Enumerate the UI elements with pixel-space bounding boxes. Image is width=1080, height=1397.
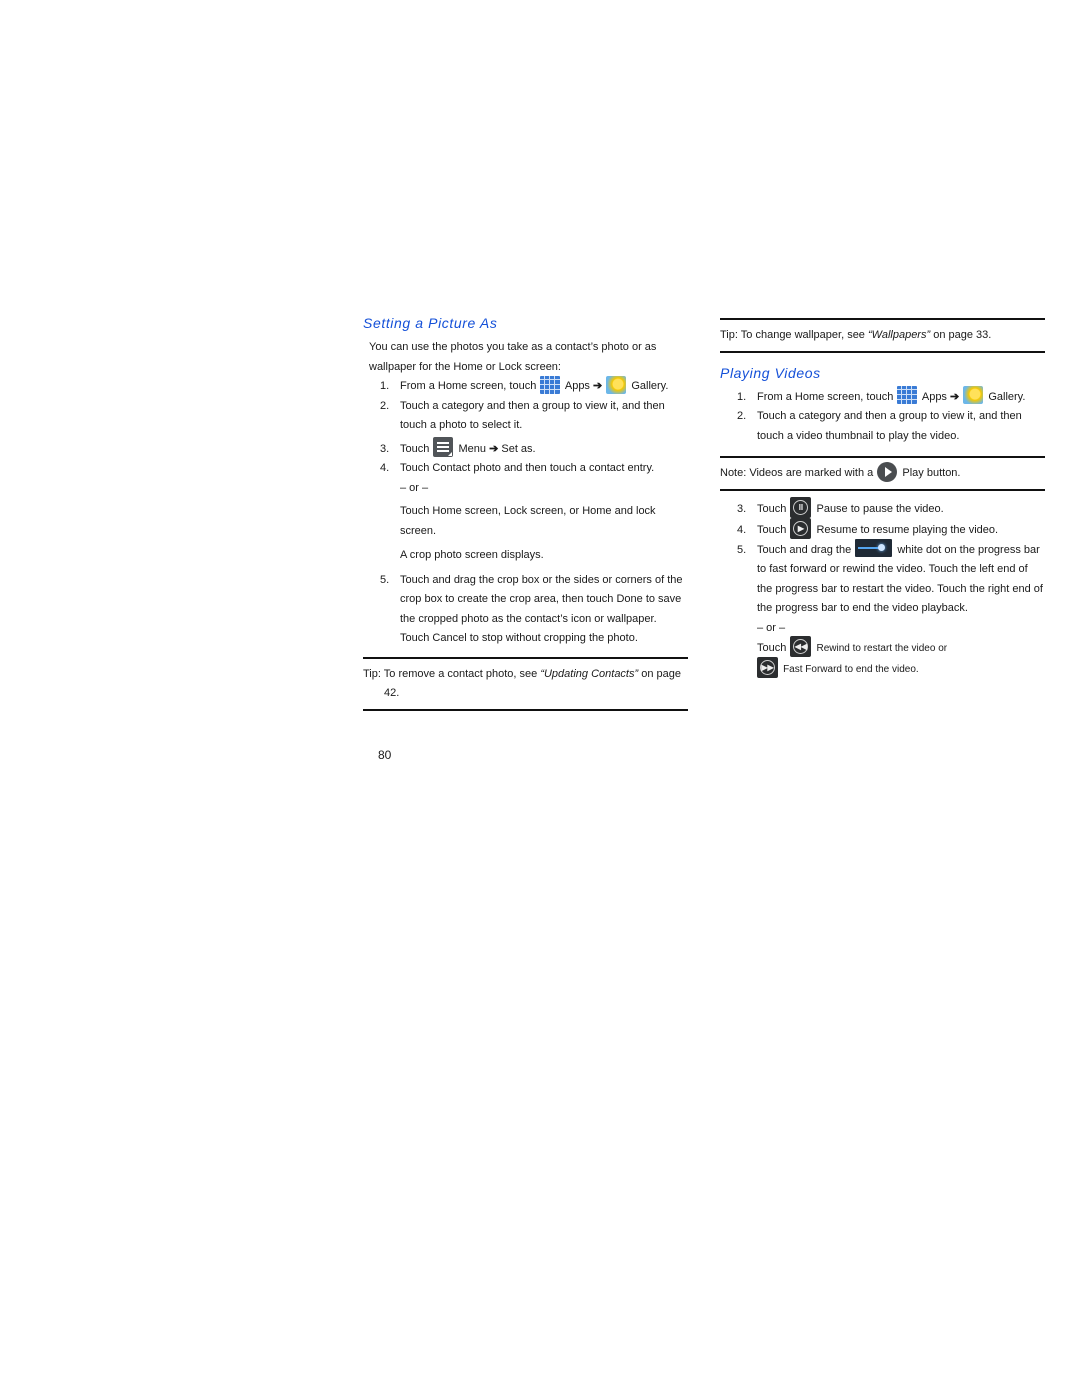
resume-label: Resume to resume playing the video. — [816, 523, 999, 536]
steps-list: 1. From a Home screen, touch Apps ➔ Gall… — [363, 375, 688, 649]
step-4: 4. Touch ▶ Resume to resume playing the … — [720, 517, 1045, 541]
step-3: 3. Touch II Pause to pause the video. — [720, 496, 1045, 520]
rewind-label: Rewind to restart the video or — [816, 643, 948, 654]
step-number: 4. — [737, 523, 747, 536]
step-text: Touch Contact photo and then touch a con… — [400, 462, 655, 474]
apps-label: Apps — [564, 380, 590, 392]
progress-bar-icon — [855, 539, 893, 558]
apps-label: Apps — [921, 390, 947, 403]
tip-text: Tip: To change wallpaper, see “Wallpaper… — [720, 326, 1045, 346]
or-separator: – or – — [757, 621, 786, 634]
step-number: 5. — [380, 573, 390, 586]
step-text: From a Home screen, touch — [757, 390, 894, 403]
step-number: 3. — [380, 442, 390, 455]
step-alt-text: Touch Home screen, Lock screen, or Home … — [400, 505, 656, 537]
play-button-icon — [877, 461, 898, 482]
step-result-text: A crop photo screen displays. — [400, 549, 544, 561]
tip-link-wallpapers[interactable]: “Wallpapers” — [868, 329, 930, 341]
tip-box: Tip: To change wallpaper, see “Wallpaper… — [720, 318, 1045, 353]
steps-list: 1. From a Home screen, touch Apps ➔ Gall… — [720, 386, 1045, 447]
step-1: 1. From a Home screen, touch Apps ➔ Gall… — [363, 375, 688, 397]
step-5: 5. Touch and drag the crop box or the si… — [363, 571, 688, 649]
step-text: Touch — [400, 442, 430, 455]
tip-prefix: Tip: To remove a contact photo, see — [363, 667, 541, 680]
step-text: From a Home screen, touch — [400, 380, 537, 392]
step-number: 2. — [380, 399, 390, 412]
right-column: Tip: To change wallpaper, see “Wallpaper… — [720, 318, 1045, 680]
menu-label: Menu — [458, 442, 487, 455]
section-heading-playing-videos: Playing Videos — [720, 364, 821, 381]
note-suffix: Play button. — [902, 467, 961, 479]
menu-icon — [433, 437, 454, 458]
fast-forward-line: ▶▶ Fast Forward to end the video. — [757, 657, 1045, 680]
steps-list-continued: 3. Touch II Pause to pause the video. 4.… — [720, 496, 1045, 681]
tip-text: Tip: To remove a contact photo, see “Upd… — [363, 665, 688, 704]
fast-forward-label: Fast Forward to end the video. — [783, 664, 919, 675]
step-2: 2. Touch a category and then a group to … — [720, 407, 1045, 446]
left-column: Setting a Picture As You can use the pho… — [363, 312, 688, 711]
step-2: 2. Touch a category and then a group to … — [363, 397, 688, 436]
tip-link-updating-contacts[interactable]: “Updating Contacts” — [540, 668, 638, 680]
section-heading-setting-picture: Setting a Picture As — [363, 315, 498, 331]
step-text: Touch — [757, 502, 787, 515]
gallery-label: Gallery. — [988, 390, 1026, 403]
step-text: Touch and drag the crop box or the sides… — [400, 573, 683, 645]
rewind-line: Touch ◀◀ Rewind to restart the video or — [757, 636, 1045, 659]
gallery-icon — [606, 375, 627, 394]
step-3: 3. Touch Menu ➔ Set as. — [363, 437, 688, 460]
set-as-label: Set as. — [501, 442, 536, 455]
rewind-prefix: Touch — [757, 642, 787, 654]
arrow-icon: ➔ — [489, 442, 499, 455]
rewind-icon: ◀◀ — [790, 636, 812, 658]
gallery-icon — [963, 386, 984, 405]
note-text: Note: Videos are marked with a Play butt… — [720, 461, 1045, 484]
step-4: 4. Touch Contact photo and then touch a … — [363, 459, 688, 566]
step-number: 5. — [737, 543, 747, 556]
pause-icon: II — [790, 496, 812, 518]
step-5: 5. Touch and drag the white dot on the p… — [720, 539, 1045, 681]
gallery-label: Gallery. — [631, 380, 669, 392]
resume-play-icon: ▶ — [790, 517, 812, 539]
tip-prefix: Tip: To change wallpaper, see — [720, 329, 868, 341]
tip-box: Tip: To remove a contact photo, see “Upd… — [363, 656, 688, 711]
step-text: Touch a category and then a group to vie… — [400, 399, 665, 432]
page-number: 80 — [378, 748, 392, 762]
step-text: Touch a category and then a group to vie… — [757, 410, 1022, 442]
apps-grid-icon — [897, 386, 918, 405]
step-number: 2. — [737, 410, 747, 422]
intro-text: You can use the photos you take as a con… — [369, 341, 657, 373]
note-prefix: Note: Videos are marked with a — [720, 467, 874, 479]
pause-label: Pause to pause the video. — [816, 502, 944, 515]
note-box: Note: Videos are marked with a Play butt… — [720, 456, 1045, 491]
step-number: 1. — [737, 390, 747, 403]
fast-forward-icon: ▶▶ — [757, 657, 778, 679]
step-number: 1. — [380, 380, 390, 392]
apps-grid-icon — [540, 375, 561, 394]
step-number: 3. — [737, 502, 747, 515]
tip-suffix: on page 33. — [930, 329, 992, 341]
step-text: Touch — [757, 523, 787, 536]
arrow-icon: ➔ — [950, 390, 960, 403]
or-separator: – or – — [400, 481, 429, 494]
step-number: 4. — [380, 462, 390, 474]
arrow-icon: ➔ — [593, 380, 603, 392]
step-text: Touch and drag the — [757, 543, 852, 556]
step-1: 1. From a Home screen, touch Apps ➔ Gall… — [720, 386, 1045, 408]
